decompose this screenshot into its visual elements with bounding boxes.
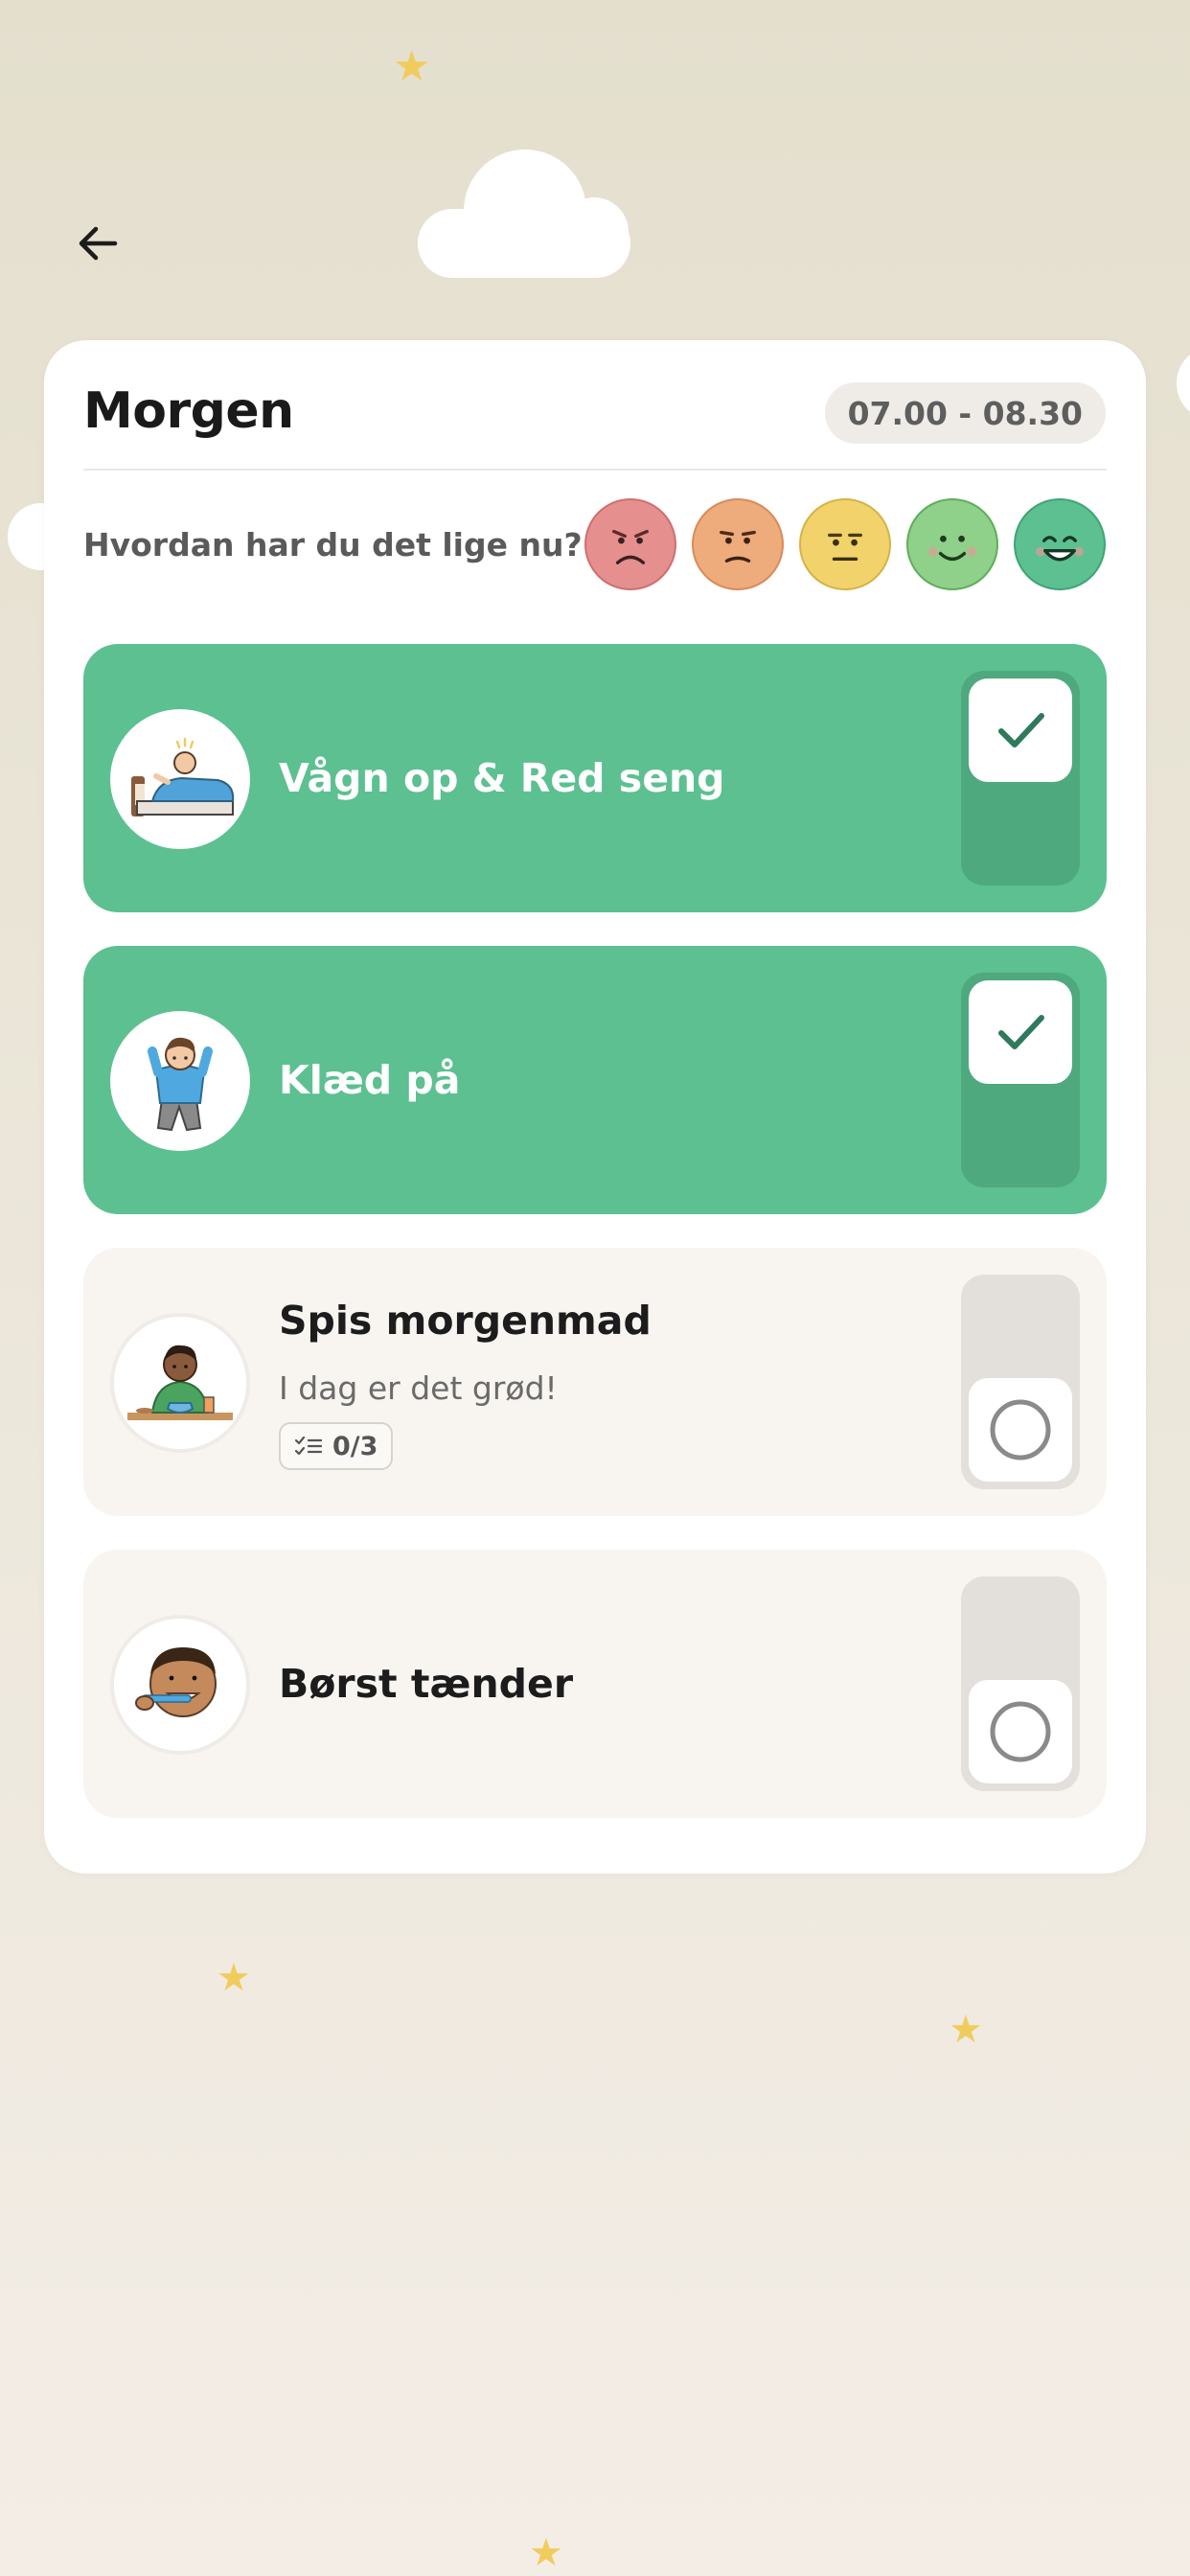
task-toggle-undone[interactable]	[961, 1576, 1080, 1791]
mood-angry-button[interactable]	[584, 498, 676, 590]
task-get-dressed[interactable]: Klæd på	[83, 946, 1107, 1214]
mood-annoyed-button[interactable]	[692, 498, 784, 590]
routine-title: Morgen	[83, 382, 294, 440]
task-brush-teeth[interactable]: Børst tænder	[83, 1550, 1107, 1818]
empty-circle-icon	[990, 1399, 1051, 1460]
back-button[interactable]	[67, 213, 128, 274]
mood-question: Hvordan har du det lige nu?	[83, 526, 583, 564]
checkmark-icon	[998, 1015, 1044, 1049]
angry-face-icon	[612, 529, 649, 564]
mood-selector	[584, 498, 1106, 590]
task-wake-up[interactable]: Vågn op & Red seng	[83, 644, 1107, 912]
star-decoration-icon: ★	[217, 1956, 251, 2000]
time-range-text: 07.00 - 08.30	[847, 394, 1083, 432]
toggle-knob	[969, 678, 1072, 782]
task-subtitle: I dag er det grød!	[279, 1369, 558, 1407]
task-toggle-done[interactable]	[961, 973, 1080, 1187]
get-dressed-illustration	[110, 1011, 250, 1151]
task-toggle-done[interactable]	[961, 671, 1080, 886]
checklist-progress-badge[interactable]: 0/3	[279, 1422, 394, 1470]
star-decoration-icon: ★	[393, 42, 431, 91]
toggle-knob	[969, 980, 1072, 1084]
task-label: Vågn op & Red seng	[279, 755, 725, 801]
star-decoration-icon: ★	[529, 2531, 563, 2575]
divider	[83, 469, 1107, 471]
happy-face-icon	[928, 535, 976, 561]
checklist-progress-text: 0/3	[332, 1431, 378, 1461]
empty-circle-icon	[990, 1701, 1051, 1762]
cloud-decoration	[1177, 350, 1190, 417]
neutral-face-icon	[828, 533, 862, 562]
checklist-icon	[294, 1436, 323, 1456]
task-label: Børst tænder	[279, 1661, 574, 1707]
toggle-knob	[969, 1680, 1072, 1783]
annoyed-face-icon	[720, 530, 756, 563]
brush-teeth-illustration	[110, 1615, 250, 1755]
routine-card: Morgen 07.00 - 08.30 Hvordan har du det …	[44, 340, 1146, 1874]
checkmark-icon	[998, 713, 1044, 748]
wake-up-make-bed-illustration	[110, 709, 250, 849]
time-range-badge: 07.00 - 08.30	[824, 382, 1106, 444]
task-eat-breakfast[interactable]: Spis morgenmad I dag er det grød! 0/3	[83, 1248, 1107, 1516]
mood-happy-button[interactable]	[906, 498, 998, 590]
toggle-knob	[969, 1378, 1072, 1482]
task-label: Spis morgenmad	[279, 1298, 652, 1344]
task-label: Klæd på	[279, 1057, 461, 1103]
very-happy-face-icon	[1036, 536, 1084, 562]
mood-very-happy-button[interactable]	[1014, 498, 1106, 590]
star-decoration-icon: ★	[949, 2008, 983, 2052]
eat-breakfast-illustration	[110, 1313, 250, 1453]
mood-neutral-button[interactable]	[799, 498, 891, 590]
task-toggle-undone[interactable]	[961, 1275, 1080, 1489]
arrow-left-icon	[79, 226, 118, 261]
